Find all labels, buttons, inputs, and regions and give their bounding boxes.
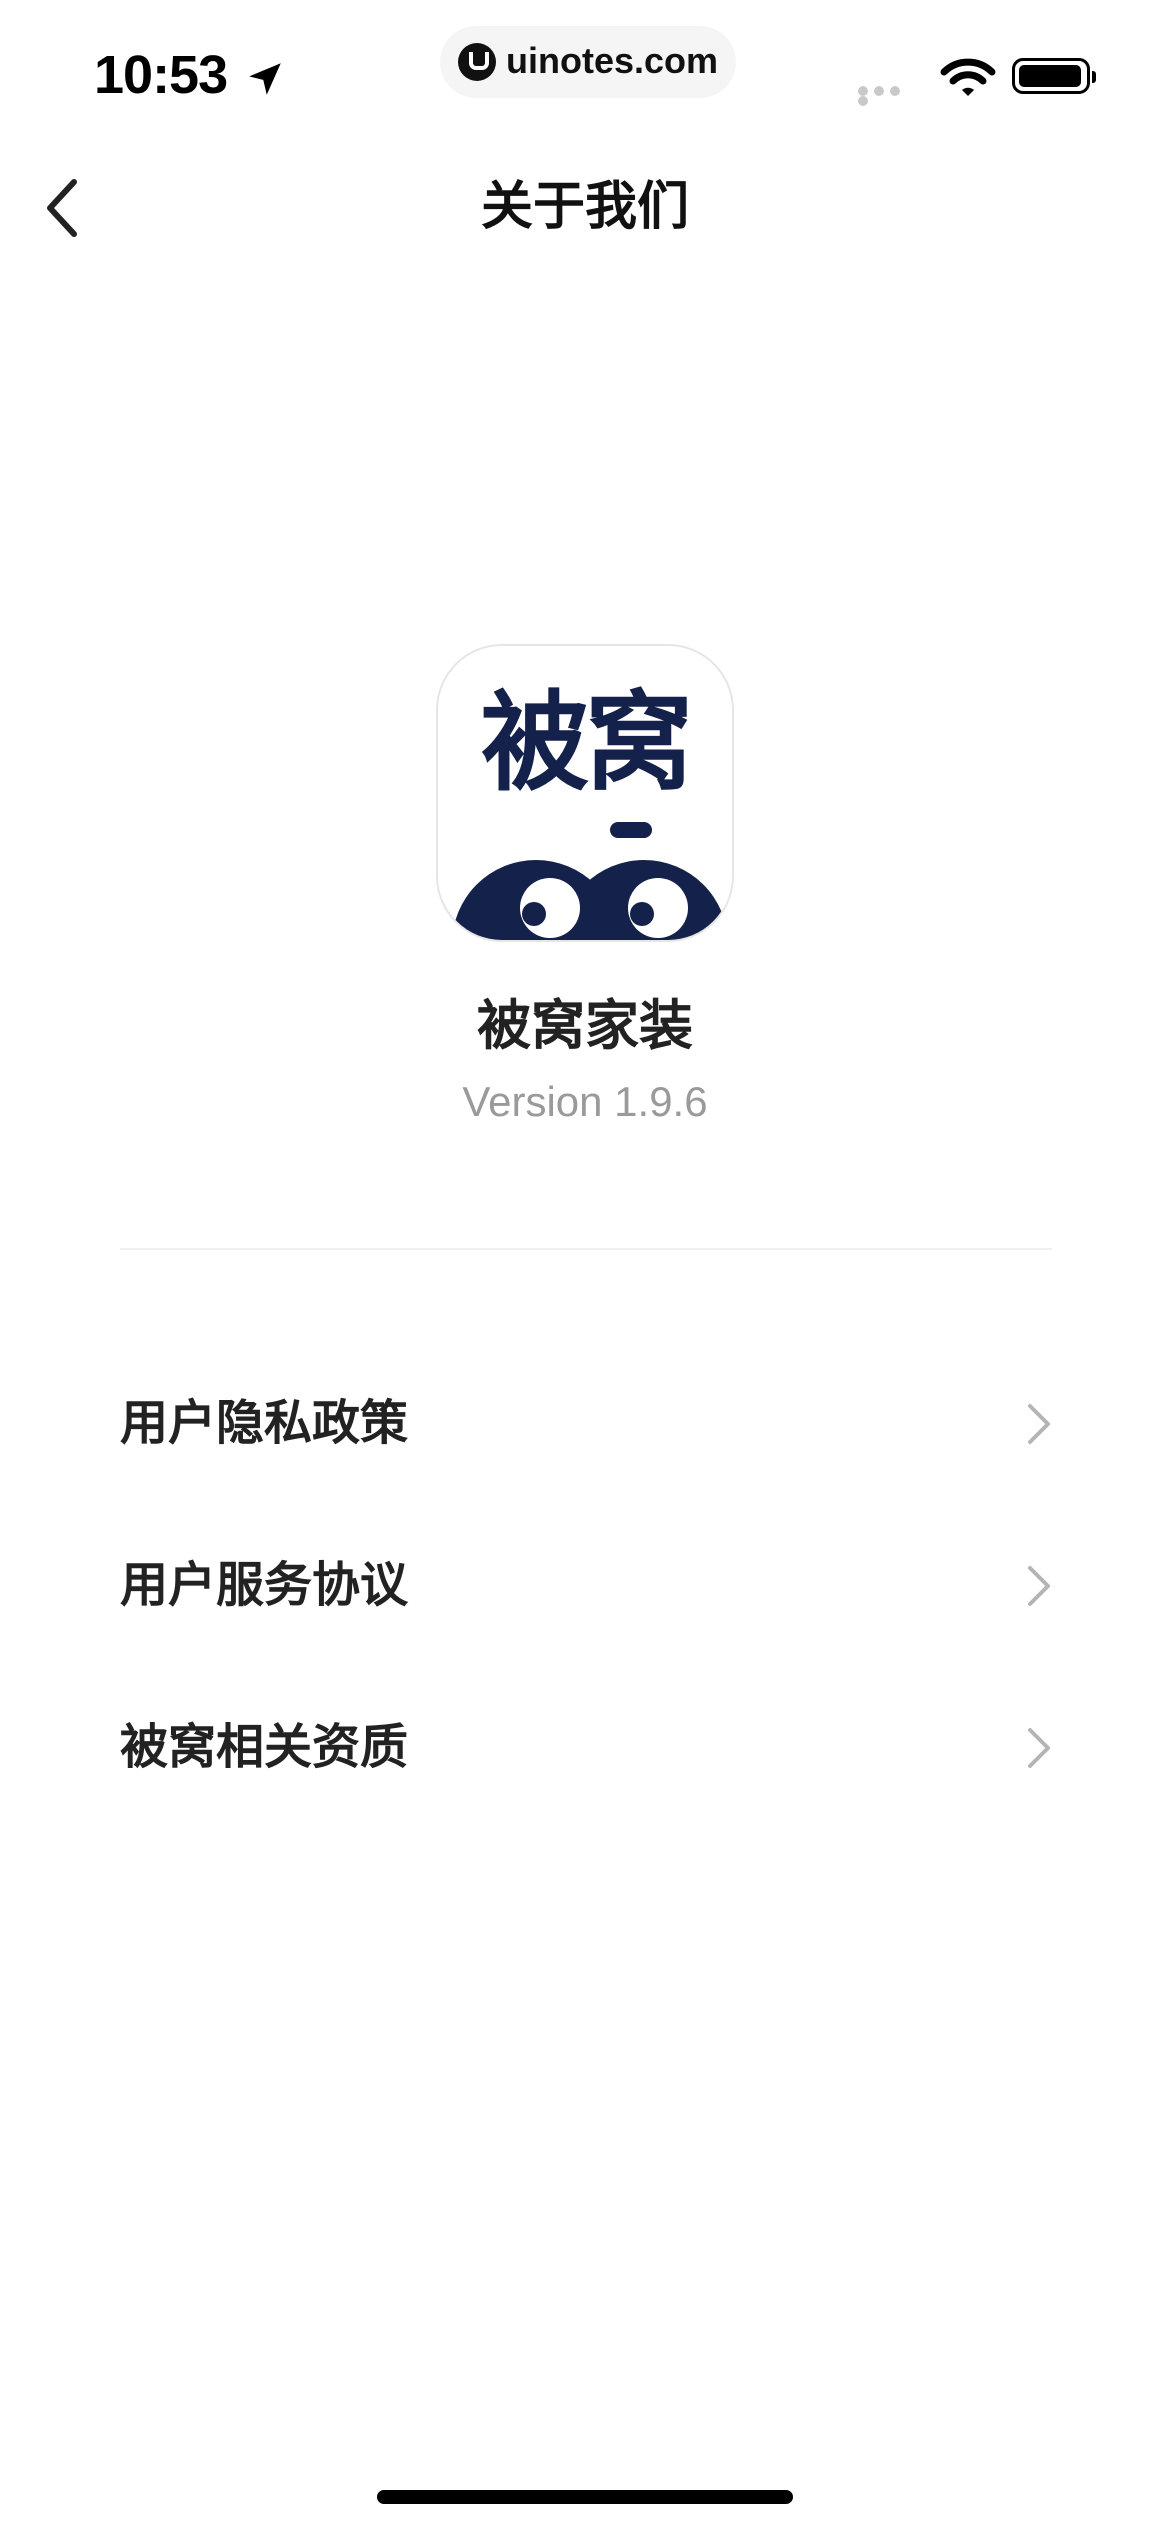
chevron-right-icon <box>1028 1566 1050 1606</box>
chevron-right-icon <box>1028 1404 1050 1444</box>
url-pill[interactable]: uinotes.com <box>440 26 736 98</box>
menu-item-qualifications[interactable]: 被窝相关资质 <box>0 1664 1170 1826</box>
menu-item-label: 用户隐私政策 <box>120 1395 409 1451</box>
app-logo: 被窝 <box>436 644 734 942</box>
url-text: uinotes.com <box>506 40 719 81</box>
status-time: 10:53 <box>94 45 228 105</box>
app-logo-art-icon <box>452 822 728 940</box>
divider <box>120 1248 1052 1250</box>
app-name: 被窝家装 <box>477 994 693 1057</box>
page-title: 关于我们 <box>480 177 689 237</box>
home-indicator[interactable] <box>377 2490 793 2504</box>
cellular-signal-icon <box>858 86 918 106</box>
battery-icon <box>1012 58 1096 94</box>
menu-item-label: 被窝相关资质 <box>120 1719 409 1775</box>
menu-item-service-agreement[interactable]: 用户服务协议 <box>0 1502 1170 1664</box>
app-logo-text: 被窝 <box>480 681 693 806</box>
wifi-icon <box>940 58 996 96</box>
menu-item-privacy-policy[interactable]: 用户隐私政策 <box>0 1340 1170 1502</box>
menu-item-label: 用户服务协议 <box>120 1557 409 1613</box>
site-logo-icon <box>458 43 496 81</box>
location-arrow-icon <box>249 63 281 95</box>
status-bar: 10:53 uinotes.com <box>0 0 1170 140</box>
app-version: Version 1.9.6 <box>462 1078 708 1125</box>
chevron-right-icon <box>1028 1728 1050 1768</box>
